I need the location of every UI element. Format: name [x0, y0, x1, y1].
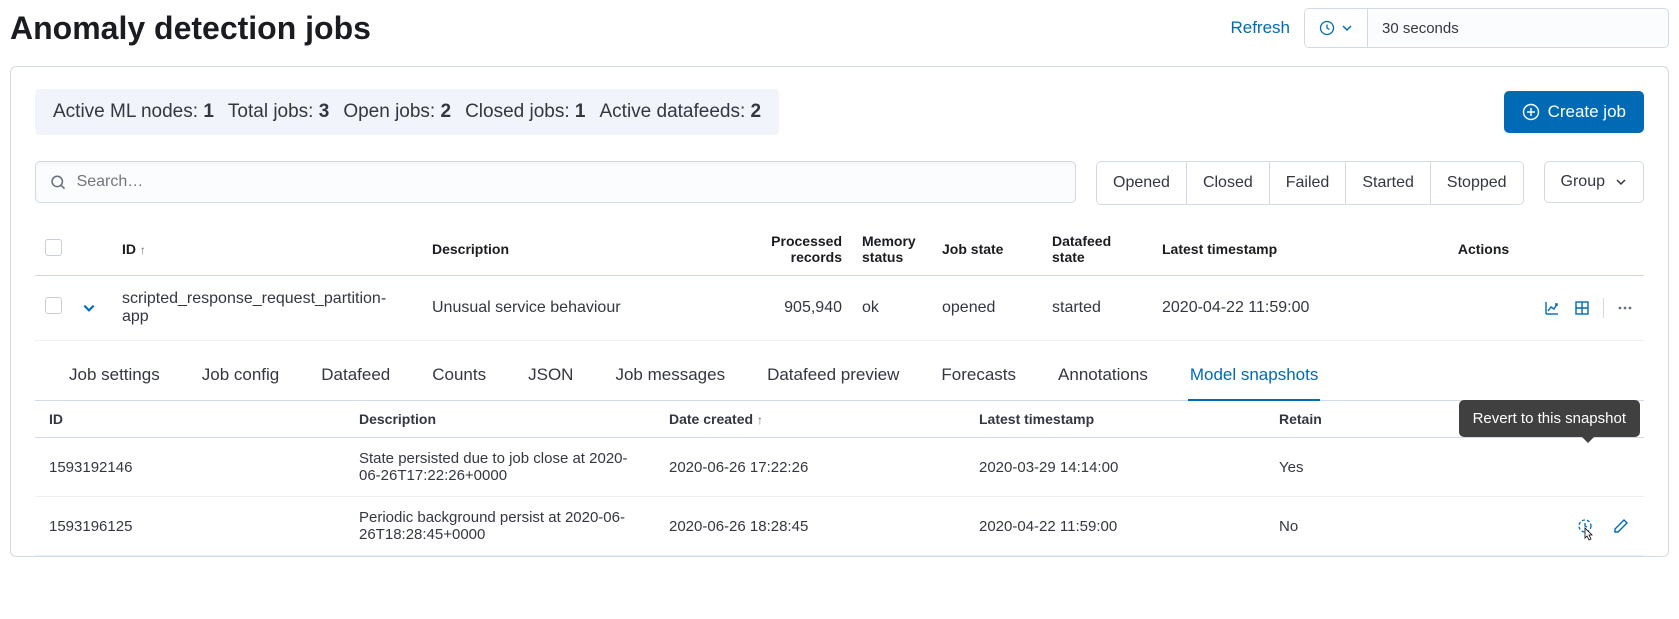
col-memory-status[interactable]: Memory status	[852, 223, 932, 276]
chevron-down-icon	[82, 301, 96, 315]
separator	[1603, 298, 1604, 318]
row-checkbox[interactable]	[45, 297, 62, 314]
ellipsis-icon	[1616, 299, 1634, 317]
open-in-dashboard-button[interactable]	[1573, 299, 1591, 317]
snap-cell-latest-timestamp: 2020-04-22 11:59:00	[965, 497, 1265, 556]
cell-datafeed-state: started	[1042, 276, 1152, 341]
col-id[interactable]: ID ↑	[122, 241, 146, 257]
cell-id: scripted_response_request_partition-app	[112, 276, 422, 341]
snap-col-date-created[interactable]: Date created ↑	[655, 401, 965, 438]
clock-icon	[1319, 20, 1335, 36]
page-title: Anomaly detection jobs	[10, 10, 371, 47]
cursor-icon	[1580, 527, 1594, 543]
search-input[interactable]	[75, 172, 1061, 192]
table-row: 1593196125 Periodic background persist a…	[35, 497, 1644, 556]
table-row: 1593192146 State persisted due to job cl…	[35, 438, 1644, 497]
snap-cell-retain: Yes	[1265, 438, 1385, 497]
tab-job-messages[interactable]: Job messages	[613, 355, 727, 401]
filter-opened[interactable]: Opened	[1097, 162, 1187, 204]
search-icon	[50, 174, 67, 191]
select-all-checkbox[interactable]	[45, 239, 62, 256]
more-actions-button[interactable]	[1616, 299, 1634, 317]
col-actions: Actions	[1448, 223, 1644, 276]
snap-cell-date-created: 2020-06-26 18:28:45	[655, 497, 965, 556]
job-detail-tabs: Job settings Job config Datafeed Counts …	[35, 355, 1644, 401]
plus-circle-icon	[1522, 103, 1540, 121]
snap-col-retain[interactable]: Retain	[1265, 401, 1385, 438]
snap-cell-date-created: 2020-06-26 17:22:26	[655, 438, 965, 497]
col-datafeed-state[interactable]: Datafeed state	[1042, 223, 1152, 276]
filter-stopped[interactable]: Stopped	[1431, 162, 1523, 204]
snap-cell-id: 1593192146	[35, 438, 345, 497]
tab-json[interactable]: JSON	[526, 355, 575, 401]
refresh-interval-picker[interactable]	[1305, 9, 1368, 47]
tab-annotations[interactable]: Annotations	[1056, 355, 1150, 401]
view-results-button[interactable]	[1543, 299, 1561, 317]
snap-cell-description: State persisted due to job close at 2020…	[345, 438, 655, 497]
tooltip: Revert to this snapshot	[1459, 400, 1640, 437]
cell-description: Unusual service behaviour	[422, 276, 712, 341]
create-job-button[interactable]: Create job	[1504, 91, 1644, 133]
col-processed-records[interactable]: Processed records	[712, 223, 852, 276]
snap-cell-latest-timestamp: 2020-03-29 14:14:00	[965, 438, 1265, 497]
cell-processed-records: 905,940	[712, 276, 852, 341]
edit-snapshot-button[interactable]	[1612, 517, 1630, 535]
tab-datafeed-preview[interactable]: Datafeed preview	[765, 355, 901, 401]
group-filter[interactable]: Group	[1544, 161, 1644, 203]
cell-latest-timestamp: 2020-04-22 11:59:00	[1152, 276, 1448, 341]
tab-job-config[interactable]: Job config	[200, 355, 282, 401]
panel-icon	[1573, 299, 1591, 317]
refresh-interval-value[interactable]: 30 seconds	[1368, 9, 1668, 47]
cell-job-state: opened	[932, 276, 1042, 341]
tab-forecasts[interactable]: Forecasts	[939, 355, 1018, 401]
state-filter-group: Opened Closed Failed Started Stopped	[1096, 161, 1524, 205]
search-box[interactable]	[35, 161, 1076, 203]
refresh-button[interactable]: Refresh	[1230, 18, 1290, 38]
cell-memory-status: ok	[852, 276, 932, 341]
filter-started[interactable]: Started	[1346, 162, 1431, 204]
filter-closed[interactable]: Closed	[1187, 162, 1270, 204]
snap-col-latest-timestamp[interactable]: Latest timestamp	[965, 401, 1265, 438]
pencil-icon	[1612, 517, 1630, 535]
col-job-state[interactable]: Job state	[932, 223, 1042, 276]
snap-cell-retain: No	[1265, 497, 1385, 556]
chart-icon	[1543, 299, 1561, 317]
col-latest-timestamp[interactable]: Latest timestamp	[1152, 223, 1448, 276]
col-description[interactable]: Description	[422, 223, 712, 276]
tab-job-settings[interactable]: Job settings	[67, 355, 162, 401]
snap-cell-description: Periodic background persist at 2020-06-2…	[345, 497, 655, 556]
tab-datafeed[interactable]: Datafeed	[319, 355, 392, 401]
stats-summary: Active ML nodes: 1 Total jobs: 3 Open jo…	[35, 89, 779, 135]
revert-snapshot-button[interactable]	[1576, 517, 1594, 535]
snap-col-id[interactable]: ID	[35, 401, 345, 438]
chevron-down-icon	[1615, 176, 1627, 188]
snap-col-description[interactable]: Description	[345, 401, 655, 438]
tab-model-snapshots[interactable]: Model snapshots	[1188, 355, 1321, 401]
expand-row-toggle[interactable]	[82, 301, 102, 315]
snap-cell-id: 1593196125	[35, 497, 345, 556]
tab-counts[interactable]: Counts	[430, 355, 488, 401]
filter-failed[interactable]: Failed	[1270, 162, 1347, 204]
chevron-down-icon	[1341, 22, 1353, 34]
table-row: scripted_response_request_partition-app …	[35, 276, 1644, 341]
